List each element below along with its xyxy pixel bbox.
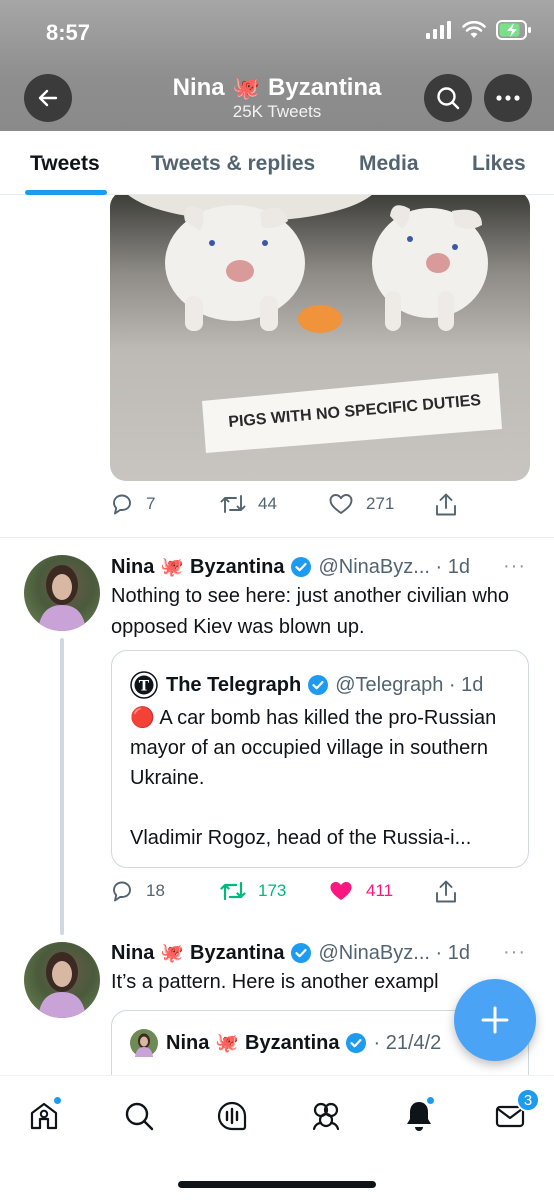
search-button[interactable]	[424, 74, 472, 122]
like-button[interactable]: 271	[328, 492, 394, 516]
like-button[interactable]: 411	[328, 879, 393, 903]
notifications-unread-dot	[426, 1096, 435, 1105]
status-icons	[426, 20, 532, 40]
search-icon	[125, 1102, 154, 1131]
home-unread-dot	[53, 1096, 62, 1105]
tweet-image[interactable]: PIGS WITH NO SPECIFIC DUTIES	[110, 195, 530, 481]
svg-text:T: T	[139, 679, 150, 695]
verified-badge-icon	[346, 1033, 367, 1053]
retweet-button[interactable]: 173	[220, 879, 286, 903]
verified-badge-icon	[308, 675, 329, 695]
profile-header: 8:57 Nina 🐙 Byzantina 25K Tweets	[0, 0, 554, 131]
retweet-count: 173	[258, 881, 287, 900]
octopus-emoji: 🐙	[232, 75, 261, 100]
communities-icon	[312, 1102, 340, 1131]
profile-name-last: Byzantina	[268, 74, 382, 101]
nav-communities[interactable]	[304, 1094, 348, 1138]
avatar[interactable]	[24, 942, 100, 1018]
tweet-header: Nina 🐙 Byzantina @NinaByz... · 1d	[111, 555, 470, 579]
quote-text-line1: 🔴 A car bomb has killed the pro-Russian …	[130, 707, 497, 789]
plus-icon	[481, 1006, 509, 1034]
share-icon	[436, 880, 456, 903]
signal-icon	[426, 21, 451, 39]
octopus-emoji: 🐙	[215, 1033, 240, 1054]
nav-search[interactable]	[117, 1094, 161, 1138]
avatar[interactable]	[24, 555, 100, 631]
profile-tabs: Tweets Tweets & replies Media Likes	[0, 131, 554, 195]
tab-tweets[interactable]: Tweets	[30, 152, 100, 176]
tweet-header: Nina 🐙 Byzantina @NinaByz... · 1d	[111, 941, 470, 965]
tweet-more-button[interactable]: ···	[503, 555, 526, 578]
heart-icon	[329, 494, 353, 514]
retweet-icon	[220, 881, 246, 901]
author-name-first[interactable]: Nina	[111, 556, 154, 579]
verified-badge-icon	[291, 943, 312, 963]
compose-tweet-button[interactable]	[454, 979, 536, 1061]
author-name-last[interactable]: Byzantina	[190, 556, 284, 579]
quote-header: T The Telegraph @Telegraph · 1d	[130, 671, 483, 699]
octopus-emoji: 🐙	[160, 557, 185, 578]
more-horizontal-icon	[496, 95, 520, 101]
retweet-button[interactable]: 44	[220, 492, 277, 516]
quote-text: 🔴 A car bomb has killed the pro-Russian …	[130, 703, 514, 853]
share-icon	[436, 493, 456, 516]
tweet1-actions: 7 44 271	[110, 492, 530, 522]
quote-author-name: The Telegraph	[166, 673, 302, 696]
spaces-icon	[217, 1101, 247, 1131]
avatar-photo	[38, 952, 86, 1018]
tweet2-actions: 18 173 411	[110, 879, 530, 909]
author-handle-time: @NinaByz... · 1d	[318, 555, 470, 578]
tab-likes[interactable]: Likes	[472, 152, 526, 176]
more-options-button[interactable]	[484, 74, 532, 122]
like-count: 271	[366, 494, 395, 513]
tab-tweets-replies[interactable]: Tweets & replies	[151, 152, 315, 176]
telegraph-logo-icon: T	[130, 671, 158, 699]
author-name-first[interactable]: Nina	[111, 942, 154, 965]
status-time: 8:57	[46, 20, 91, 45]
reply-button[interactable]: 18	[110, 879, 165, 903]
retweet-icon	[220, 495, 246, 513]
like-count: 411	[366, 881, 394, 900]
tweet-text: Nothing to see here: just another civili…	[111, 585, 510, 638]
quote-handle-time: @Telegraph · 1d	[335, 673, 484, 696]
reply-icon	[113, 494, 131, 515]
search-icon	[437, 87, 460, 110]
tab-media[interactable]: Media	[359, 152, 419, 176]
share-button[interactable]	[434, 879, 458, 905]
nav-notifications[interactable]	[397, 1094, 441, 1138]
heart-filled-icon	[330, 882, 352, 900]
reply-count: 18	[146, 881, 165, 900]
wifi-icon	[462, 21, 486, 38]
pigs-photo	[128, 195, 502, 453]
reply-icon	[113, 881, 131, 902]
messages-badge: 3	[516, 1088, 540, 1112]
nav-messages[interactable]: 3	[488, 1088, 540, 1138]
quote-author-name-first: Nina	[166, 1031, 210, 1054]
author-handle-time: @NinaByz... · 1d	[318, 941, 470, 964]
retweet-count: 44	[258, 494, 277, 513]
nav-spaces[interactable]	[210, 1094, 254, 1138]
quote-avatar	[130, 1029, 158, 1057]
verified-badge-icon	[291, 557, 312, 577]
nav-home[interactable]	[22, 1094, 66, 1138]
share-button[interactable]	[434, 492, 458, 518]
tweet-divider	[0, 537, 554, 538]
reply-count: 7	[146, 494, 156, 513]
timeline[interactable]: PIGS WITH NO SPECIFIC DUTIES 7 44 271 Ni…	[0, 195, 554, 1075]
octopus-emoji: 🐙	[160, 943, 185, 964]
quote-text-line2: Vladimir Rogoz, head of the Russia-i...	[130, 827, 472, 849]
quote-tweet[interactable]: T The Telegraph @Telegraph · 1d 🔴 A car …	[111, 650, 529, 868]
tweet-more-button[interactable]: ···	[503, 941, 526, 964]
profile-name-first: Nina	[172, 74, 225, 101]
battery-charging-icon	[496, 20, 531, 40]
avatar-photo	[38, 565, 86, 631]
quote-header: Nina 🐙 Byzantina · 21/4/2	[130, 1029, 441, 1057]
quote-author-name-last: Byzantina	[245, 1031, 340, 1054]
author-name-last[interactable]: Byzantina	[190, 942, 284, 965]
home-indicator[interactable]	[178, 1181, 376, 1188]
quote-handle-time: · 21/4/2	[373, 1031, 442, 1054]
reply-button[interactable]: 7	[110, 492, 155, 516]
thread-line	[60, 638, 64, 935]
